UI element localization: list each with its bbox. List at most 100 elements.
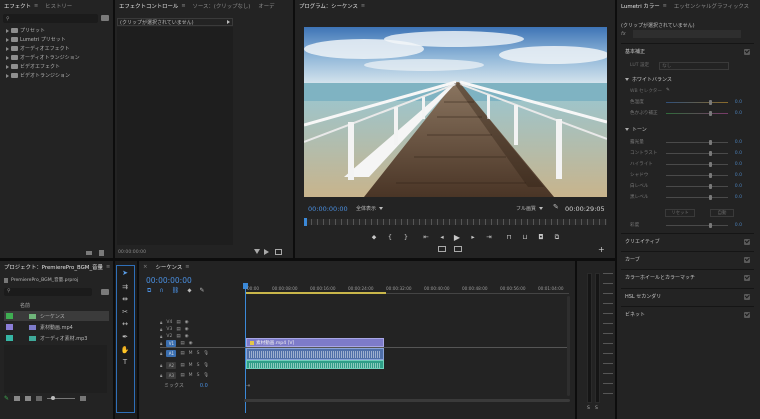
project-item-sequence[interactable]: シーケンス bbox=[4, 311, 109, 321]
exposure-slider[interactable]: 露光量 0.0 bbox=[630, 137, 742, 147]
lumetri-basic-correction[interactable]: 基本補正 bbox=[621, 43, 754, 59]
new-folder-icon[interactable] bbox=[86, 251, 92, 255]
track-target-v1[interactable]: V1 bbox=[166, 340, 177, 347]
lock-icon[interactable]: 🔒︎ bbox=[160, 341, 162, 347]
tab-lumetri[interactable]: Lumetri カラー ≡ bbox=[621, 2, 667, 10]
snap-icon[interactable]: ∩ bbox=[159, 287, 163, 295]
extract-icon[interactable]: ⊔ bbox=[519, 232, 531, 242]
freeform-view-icon[interactable] bbox=[36, 396, 43, 401]
tab-menu-icon[interactable]: ≡ bbox=[34, 3, 38, 9]
selection-tool-icon[interactable]: ➤ bbox=[118, 267, 132, 278]
checkbox-icon[interactable] bbox=[744, 238, 750, 245]
tone-heading[interactable]: トーン bbox=[625, 126, 647, 133]
timeline-timecode[interactable]: 00:00:00:00 bbox=[146, 276, 192, 285]
filter-icon[interactable] bbox=[254, 249, 260, 254]
razor-tool-icon[interactable]: ✂ bbox=[118, 306, 132, 317]
checkbox-icon[interactable] bbox=[744, 48, 750, 55]
pen-tool-icon[interactable]: ✒ bbox=[118, 331, 132, 342]
linked-selection-icon[interactable]: ⛓ bbox=[172, 287, 180, 295]
effects-item[interactable]: オーディオエフェクト bbox=[6, 45, 70, 52]
mix-value[interactable]: 0.0 bbox=[200, 383, 208, 389]
highlights-slider[interactable]: ハイライト 0.0 bbox=[630, 159, 742, 169]
effects-item[interactable]: ビデオエフェクト bbox=[6, 63, 60, 70]
video-clip[interactable]: 素材動画.mp4 [V] bbox=[246, 338, 384, 347]
tab-project[interactable]: プロジェクト：PremierePro_BGM_音量 ≡ bbox=[4, 263, 110, 271]
tab-menu-icon[interactable]: ≡ bbox=[185, 264, 189, 270]
track-target-a3[interactable]: A3 bbox=[166, 372, 177, 379]
lumetri-section-vignette[interactable]: ビネット bbox=[621, 306, 754, 322]
new-bin-icon[interactable] bbox=[101, 15, 109, 21]
list-view-icon[interactable] bbox=[14, 396, 21, 401]
lumetri-clip-dropdown[interactable] bbox=[633, 30, 741, 38]
mic-icon[interactable]: 🎙︎ bbox=[203, 373, 209, 378]
track-target-a2[interactable]: A2 bbox=[166, 362, 177, 369]
mic-icon[interactable]: 🎙︎ bbox=[203, 363, 209, 368]
mark-in-icon[interactable]: { bbox=[384, 232, 396, 242]
reset-button[interactable]: リセット bbox=[665, 209, 695, 217]
sync-lock-icon[interactable]: ▤ bbox=[180, 351, 184, 356]
eye-icon[interactable]: ◉ bbox=[189, 341, 193, 346]
track-target-a1[interactable]: A1 bbox=[166, 350, 177, 357]
tab-audio-mixer[interactable]: オーデ bbox=[258, 2, 274, 10]
meter-solo-right[interactable]: S bbox=[595, 406, 598, 411]
step-forward-icon[interactable]: ▸ bbox=[467, 232, 479, 242]
auto-button[interactable]: 自動 bbox=[710, 209, 734, 217]
effects-item[interactable]: オーディオトランジション bbox=[6, 54, 80, 61]
lumetri-section-creative[interactable]: クリエイティブ bbox=[621, 233, 754, 249]
solo-button[interactable]: S bbox=[197, 363, 200, 368]
lumetri-section-curves[interactable]: カーブ bbox=[621, 251, 754, 267]
lumetri-section-color-wheels[interactable]: カラーホイールとカラーマッチ bbox=[621, 269, 754, 285]
checkbox-icon[interactable] bbox=[744, 293, 750, 300]
sync-lock-icon[interactable]: ▤ bbox=[180, 373, 184, 378]
mute-button[interactable]: M bbox=[189, 351, 193, 356]
icon-view-icon[interactable] bbox=[25, 396, 32, 401]
effects-item[interactable]: ビデオトランジション bbox=[6, 72, 70, 79]
lumetri-section-hsl[interactable]: HSL セカンダリ bbox=[621, 288, 754, 304]
mute-button[interactable]: M bbox=[189, 363, 193, 368]
overlay-icon[interactable]: ⧉ bbox=[551, 232, 563, 242]
go-to-in-icon[interactable]: ⇤ bbox=[420, 232, 432, 242]
project-item-audio[interactable]: オーディオ素材.mp3 bbox=[4, 333, 104, 343]
close-icon[interactable]: × bbox=[143, 264, 148, 270]
tab-effects[interactable]: エフェクト ≡ bbox=[4, 2, 38, 10]
lock-icon[interactable]: 🔒︎ bbox=[160, 373, 162, 379]
lut-dropdown[interactable]: なし bbox=[659, 62, 730, 70]
timeline-v-scrollbar[interactable] bbox=[567, 296, 570, 396]
tab-menu-icon[interactable]: ≡ bbox=[181, 3, 185, 9]
tab-effect-controls[interactable]: エフェクトコントロール ≡ bbox=[119, 2, 186, 10]
tab-program[interactable]: プログラム：シーケンス ≡ bbox=[299, 2, 365, 10]
lift-icon[interactable]: ⊓ bbox=[503, 232, 515, 242]
export-frame-icon[interactable] bbox=[275, 249, 282, 255]
wrench-icon[interactable]: ✎ bbox=[553, 203, 559, 211]
effect-controls-timecode[interactable]: 00:00:00:00 bbox=[118, 250, 146, 255]
sync-lock-icon[interactable]: ▤ bbox=[180, 363, 184, 368]
camera-icon[interactable]: ◘ bbox=[535, 232, 547, 242]
solo-button[interactable]: S bbox=[197, 351, 200, 356]
delete-icon[interactable] bbox=[99, 250, 104, 256]
lock-icon[interactable]: 🔒︎ bbox=[160, 351, 162, 357]
tab-menu-icon[interactable]: ≡ bbox=[663, 3, 667, 9]
audio-clip-a2[interactable] bbox=[246, 360, 384, 369]
eyedropper-icon[interactable]: ✎ bbox=[666, 88, 670, 94]
mark-out-icon[interactable]: } bbox=[400, 232, 412, 242]
pencil-icon[interactable]: ✎ bbox=[4, 395, 9, 402]
marker-icon[interactable]: ⬥ bbox=[187, 287, 191, 295]
go-to-end-icon[interactable]: ⇥ bbox=[246, 383, 250, 389]
ripple-edit-tool-icon[interactable]: ⇹ bbox=[118, 293, 132, 304]
checkbox-icon[interactable] bbox=[744, 256, 750, 263]
sort-icon[interactable] bbox=[80, 396, 87, 401]
blacks-slider[interactable]: 黒レベル 0.0 bbox=[630, 192, 742, 202]
shadows-slider[interactable]: シャドウ 0.0 bbox=[630, 170, 742, 180]
wrench-icon[interactable]: ✎ bbox=[200, 287, 205, 295]
checkbox-icon[interactable] bbox=[744, 311, 750, 318]
add-marker-icon[interactable]: ⬥ bbox=[368, 232, 380, 242]
playback-arrow-icon[interactable] bbox=[264, 249, 269, 255]
mic-icon[interactable]: 🎙︎ bbox=[203, 351, 209, 356]
saturation-slider[interactable]: 彩度 0.0 bbox=[630, 220, 742, 230]
effects-item[interactable]: プリセット bbox=[6, 27, 45, 34]
solo-button[interactable]: S bbox=[197, 373, 200, 378]
white-balance-heading[interactable]: ホワイトバランス bbox=[625, 76, 672, 83]
step-back-icon[interactable]: ◂ bbox=[436, 232, 448, 242]
tab-menu-icon[interactable]: ≡ bbox=[361, 3, 365, 9]
column-name-header[interactable]: 名前 bbox=[20, 302, 30, 309]
